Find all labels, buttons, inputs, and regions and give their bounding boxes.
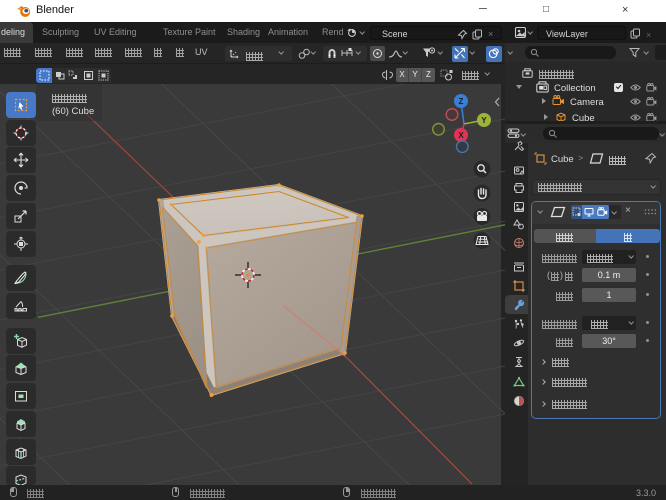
svg-text:Z: Z bbox=[459, 97, 464, 106]
svg-text:X: X bbox=[458, 131, 464, 140]
svg-text:Y: Y bbox=[481, 116, 487, 125]
